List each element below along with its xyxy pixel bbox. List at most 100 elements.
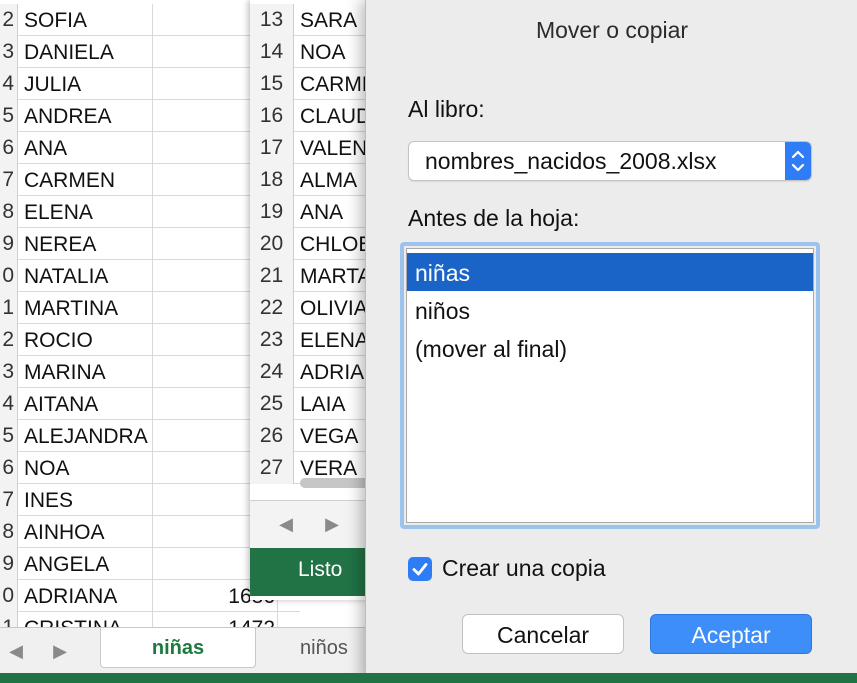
prev-sheet-arrow-icon[interactable]: ◀ <box>276 513 296 535</box>
row-number[interactable]: 22 <box>250 292 294 324</box>
table-row: 20 CHLOE <box>250 228 380 260</box>
list-item[interactable]: (mover al final) <box>407 329 813 367</box>
row-number[interactable]: 15 <box>250 68 294 100</box>
name-cell[interactable]: SARA <box>300 4 357 36</box>
sheet-tab-bar: ◀ ▶ niñas niños <box>0 627 370 673</box>
table-row: 18 ALMA <box>250 164 380 196</box>
table-row: 19 ANA <box>250 196 380 228</box>
accept-button[interactable]: Aceptar <box>650 614 812 654</box>
name-cell[interactable]: DANIELA <box>24 36 114 68</box>
row-number[interactable]: 23 <box>250 324 294 356</box>
row-number[interactable]: 0 <box>0 580 18 612</box>
table-row: 25 LAIA <box>250 388 380 420</box>
create-copy-checkbox[interactable] <box>408 557 432 581</box>
row-number[interactable]: 17 <box>250 132 294 164</box>
row-number[interactable]: 20 <box>250 228 294 260</box>
row-number[interactable]: 18 <box>250 164 294 196</box>
row-number[interactable]: 16 <box>250 100 294 132</box>
row-number[interactable]: 7 <box>0 484 18 516</box>
book-select[interactable]: nombres_nacidos_2008.xlsx <box>408 141 812 181</box>
row-number[interactable]: 3 <box>0 36 18 68</box>
next-sheet-arrow-icon[interactable]: ▶ <box>50 640 70 662</box>
row-number[interactable]: 4 <box>0 388 18 420</box>
row-number[interactable]: 25 <box>250 388 294 420</box>
row-number[interactable]: 7 <box>0 164 18 196</box>
name-cell[interactable]: ANA <box>300 196 343 228</box>
row-number[interactable]: 3 <box>0 356 18 388</box>
name-cell[interactable]: OLIVIA <box>300 292 368 324</box>
table-row: 24 ADRIAI <box>250 356 380 388</box>
name-cell[interactable]: ELENA <box>300 324 369 356</box>
name-cell[interactable]: ALEJANDRA <box>24 420 148 452</box>
name-cell[interactable]: AITANA <box>24 388 98 420</box>
tab-ninas[interactable]: niñas <box>100 628 256 668</box>
before-sheet-label: Antes de la hoja: <box>408 205 580 231</box>
next-sheet-arrow-icon[interactable]: ▶ <box>322 513 342 535</box>
name-cell[interactable]: ADRIAI <box>300 356 370 388</box>
name-cell[interactable]: AINHOA <box>24 516 105 548</box>
status-text: Listo <box>298 558 343 581</box>
row-number[interactable]: 5 <box>0 420 18 452</box>
name-cell[interactable]: ANGELA <box>24 548 109 580</box>
name-cell[interactable]: ALMA <box>300 164 357 196</box>
tab-ninos[interactable]: niños <box>300 628 348 668</box>
name-cell[interactable]: MARINA <box>24 356 106 388</box>
name-cell[interactable]: MARTINA <box>24 292 118 324</box>
table-row: 22 OLIVIA <box>250 292 380 324</box>
name-cell[interactable]: INES <box>24 484 73 516</box>
name-cell[interactable]: ANA <box>24 132 67 164</box>
row-number[interactable]: 9 <box>0 228 18 260</box>
row-number[interactable]: 9 <box>0 548 18 580</box>
list-item[interactable]: niños <box>407 291 813 329</box>
book-label: Al libro: <box>408 96 485 122</box>
name-cell[interactable]: SOFIA <box>24 4 87 36</box>
cancel-button[interactable]: Cancelar <box>462 614 624 654</box>
screen: 2SOFIA323DANIELA294JULIA285ANDREA266ANA2… <box>0 0 857 683</box>
name-cell[interactable]: ELENA <box>24 196 93 228</box>
prev-sheet-arrow-icon[interactable]: ◀ <box>6 640 26 662</box>
name-cell[interactable]: LAIA <box>300 388 346 420</box>
horizontal-scrollbar[interactable] <box>300 478 370 488</box>
name-cell[interactable]: ROCIO <box>24 324 93 356</box>
row-number[interactable]: 27 <box>250 452 294 484</box>
row-number[interactable]: 0 <box>0 260 18 292</box>
name-cell[interactable]: ADRIANA <box>24 580 117 612</box>
row-number[interactable]: 1 <box>0 292 18 324</box>
table-row: 15 CARME <box>250 68 380 100</box>
row-number[interactable]: 5 <box>0 100 18 132</box>
name-cell[interactable]: MARTA <box>300 260 372 292</box>
row-number[interactable]: 8 <box>0 516 18 548</box>
table-row: 14 NOA <box>250 36 380 68</box>
row-number[interactable]: 13 <box>250 4 294 36</box>
name-cell[interactable]: VEGA <box>300 420 358 452</box>
spreadsheet-front: 13 SARA 14 NOA 15 CARME 16 CLAUD 17 VALEN 18 ALMA 19… <box>250 0 380 600</box>
name-cell[interactable]: NOA <box>300 36 346 68</box>
name-cell[interactable]: ANDREA <box>24 100 112 132</box>
name-cell[interactable]: CHLOE <box>300 228 372 260</box>
name-cell[interactable]: CARMEN <box>24 164 115 196</box>
row-number[interactable]: 8 <box>0 196 18 228</box>
row-number[interactable]: 21 <box>250 260 294 292</box>
row-number[interactable]: 2 <box>0 4 18 36</box>
row-number[interactable]: 6 <box>0 452 18 484</box>
name-cell[interactable]: NEREA <box>24 228 96 260</box>
row-number[interactable]: 24 <box>250 356 294 388</box>
row-number[interactable]: 14 <box>250 36 294 68</box>
name-cell[interactable]: NATALIA <box>24 260 108 292</box>
row-number[interactable]: 19 <box>250 196 294 228</box>
name-cell[interactable]: VALEN <box>300 132 367 164</box>
table-row: 26 VEGA <box>250 420 380 452</box>
row-number[interactable]: 26 <box>250 420 294 452</box>
window-bottom-strip <box>0 673 857 683</box>
row-number[interactable]: 2 <box>0 324 18 356</box>
table-row: 17 VALEN <box>250 132 380 164</box>
row-number[interactable]: 6 <box>0 132 18 164</box>
sheet-list[interactable]: niñas niños (mover al final) <box>406 248 814 523</box>
name-cell[interactable]: JULIA <box>24 68 81 100</box>
name-cell[interactable]: NOA <box>24 452 70 484</box>
book-select-value: nombres_nacidos_2008.xlsx <box>425 148 717 174</box>
create-copy-label[interactable]: Crear una copia <box>442 555 606 582</box>
name-cell[interactable]: CLAUD <box>300 100 371 132</box>
list-item[interactable]: niñas <box>407 253 813 291</box>
row-number[interactable]: 4 <box>0 68 18 100</box>
